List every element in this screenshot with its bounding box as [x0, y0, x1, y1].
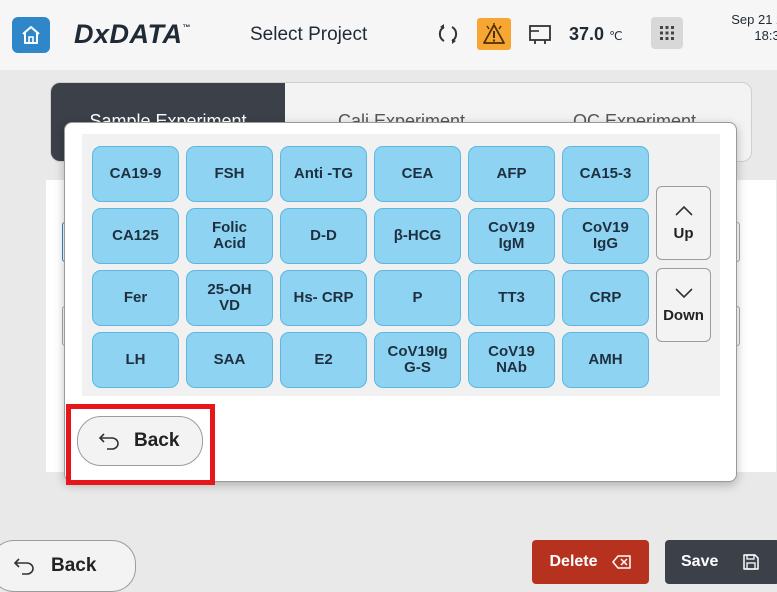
sync-icon[interactable]	[436, 22, 460, 46]
project-button-cov19-nab[interactable]: CoV19 NAb	[468, 332, 555, 388]
project-button-cov19-igm[interactable]: CoV19 IgM	[468, 208, 555, 264]
keypad-button[interactable]	[651, 17, 683, 49]
temperature-readout: 37.0 ℃	[569, 24, 623, 45]
page-up-button[interactable]: Up	[656, 186, 711, 260]
project-button-25-oh-vd[interactable]: 25-OH VD	[186, 270, 273, 326]
top-bar: DxDATA™ Select Project 37.0 ℃ Sep 21 18:…	[0, 0, 777, 70]
warning-button[interactable]	[477, 18, 511, 50]
project-button-amh[interactable]: AMH	[562, 332, 649, 388]
temperature-unit: ℃	[609, 29, 623, 43]
warning-icon	[483, 23, 505, 44]
project-button-ca15-3[interactable]: CA15-3	[562, 146, 649, 202]
page-title: Select Project	[250, 24, 368, 45]
date-text: Sep 21 2023	[731, 12, 777, 27]
save-label: Save	[681, 553, 719, 570]
project-button-folic-acid[interactable]: Folic Acid	[186, 208, 273, 264]
project-button-saa[interactable]: SAA	[186, 332, 273, 388]
project-button-hs-crp[interactable]: Hs- CRP	[280, 270, 367, 326]
project-button-fsh[interactable]: FSH	[186, 146, 273, 202]
keypad-icon	[660, 26, 674, 40]
datetime: Sep 21 2023 18:36:56	[695, 12, 777, 44]
page-up-label: Up	[673, 224, 694, 242]
chevron-down-icon	[674, 287, 693, 298]
footer-back-button[interactable]: Back	[0, 540, 136, 592]
project-button-crp[interactable]: CRP	[562, 270, 649, 326]
highlight-annotation	[66, 404, 215, 485]
project-button-cov19-igg[interactable]: CoV19 IgG	[562, 208, 649, 264]
project-button-ca125[interactable]: CA125	[92, 208, 179, 264]
project-button-afp[interactable]: AFP	[468, 146, 555, 202]
back-arrow-icon	[13, 558, 34, 575]
logo-trademark: ™	[182, 23, 191, 32]
project-button-d-d[interactable]: D-D	[280, 208, 367, 264]
home-button[interactable]	[12, 17, 50, 53]
project-button-lh[interactable]: LH	[92, 332, 179, 388]
project-button-tt3[interactable]: TT3	[468, 270, 555, 326]
backspace-icon	[611, 555, 631, 569]
thermometer-icon	[529, 25, 551, 44]
app-logo: DxDATA™	[74, 19, 191, 50]
page-down-label: Down	[663, 306, 704, 324]
project-button-cea[interactable]: CEA	[374, 146, 461, 202]
delete-button[interactable]: Delete	[532, 540, 649, 584]
project-button-anti-tg[interactable]: Anti -TG	[280, 146, 367, 202]
footer-back-label: Back	[51, 555, 97, 576]
save-icon	[743, 554, 760, 570]
project-button-ca19-9[interactable]: CA19-9	[92, 146, 179, 202]
time-text: 18:36:56	[754, 28, 777, 43]
delete-label: Delete	[549, 553, 598, 570]
home-icon	[22, 26, 40, 44]
project-button-fer[interactable]: Fer	[92, 270, 179, 326]
temperature-value: 37.0	[569, 24, 605, 44]
project-button-b-hcg[interactable]: β-HCG	[374, 208, 461, 264]
page-down-button[interactable]: Down	[656, 268, 711, 342]
save-button[interactable]: Save	[665, 540, 777, 584]
chevron-up-icon	[674, 205, 693, 216]
logo-text: DxDATA	[74, 19, 183, 49]
project-button-e2[interactable]: E2	[280, 332, 367, 388]
project-button-p[interactable]: P	[374, 270, 461, 326]
project-button-cov19igg-s[interactable]: CoV19Ig G-S	[374, 332, 461, 388]
